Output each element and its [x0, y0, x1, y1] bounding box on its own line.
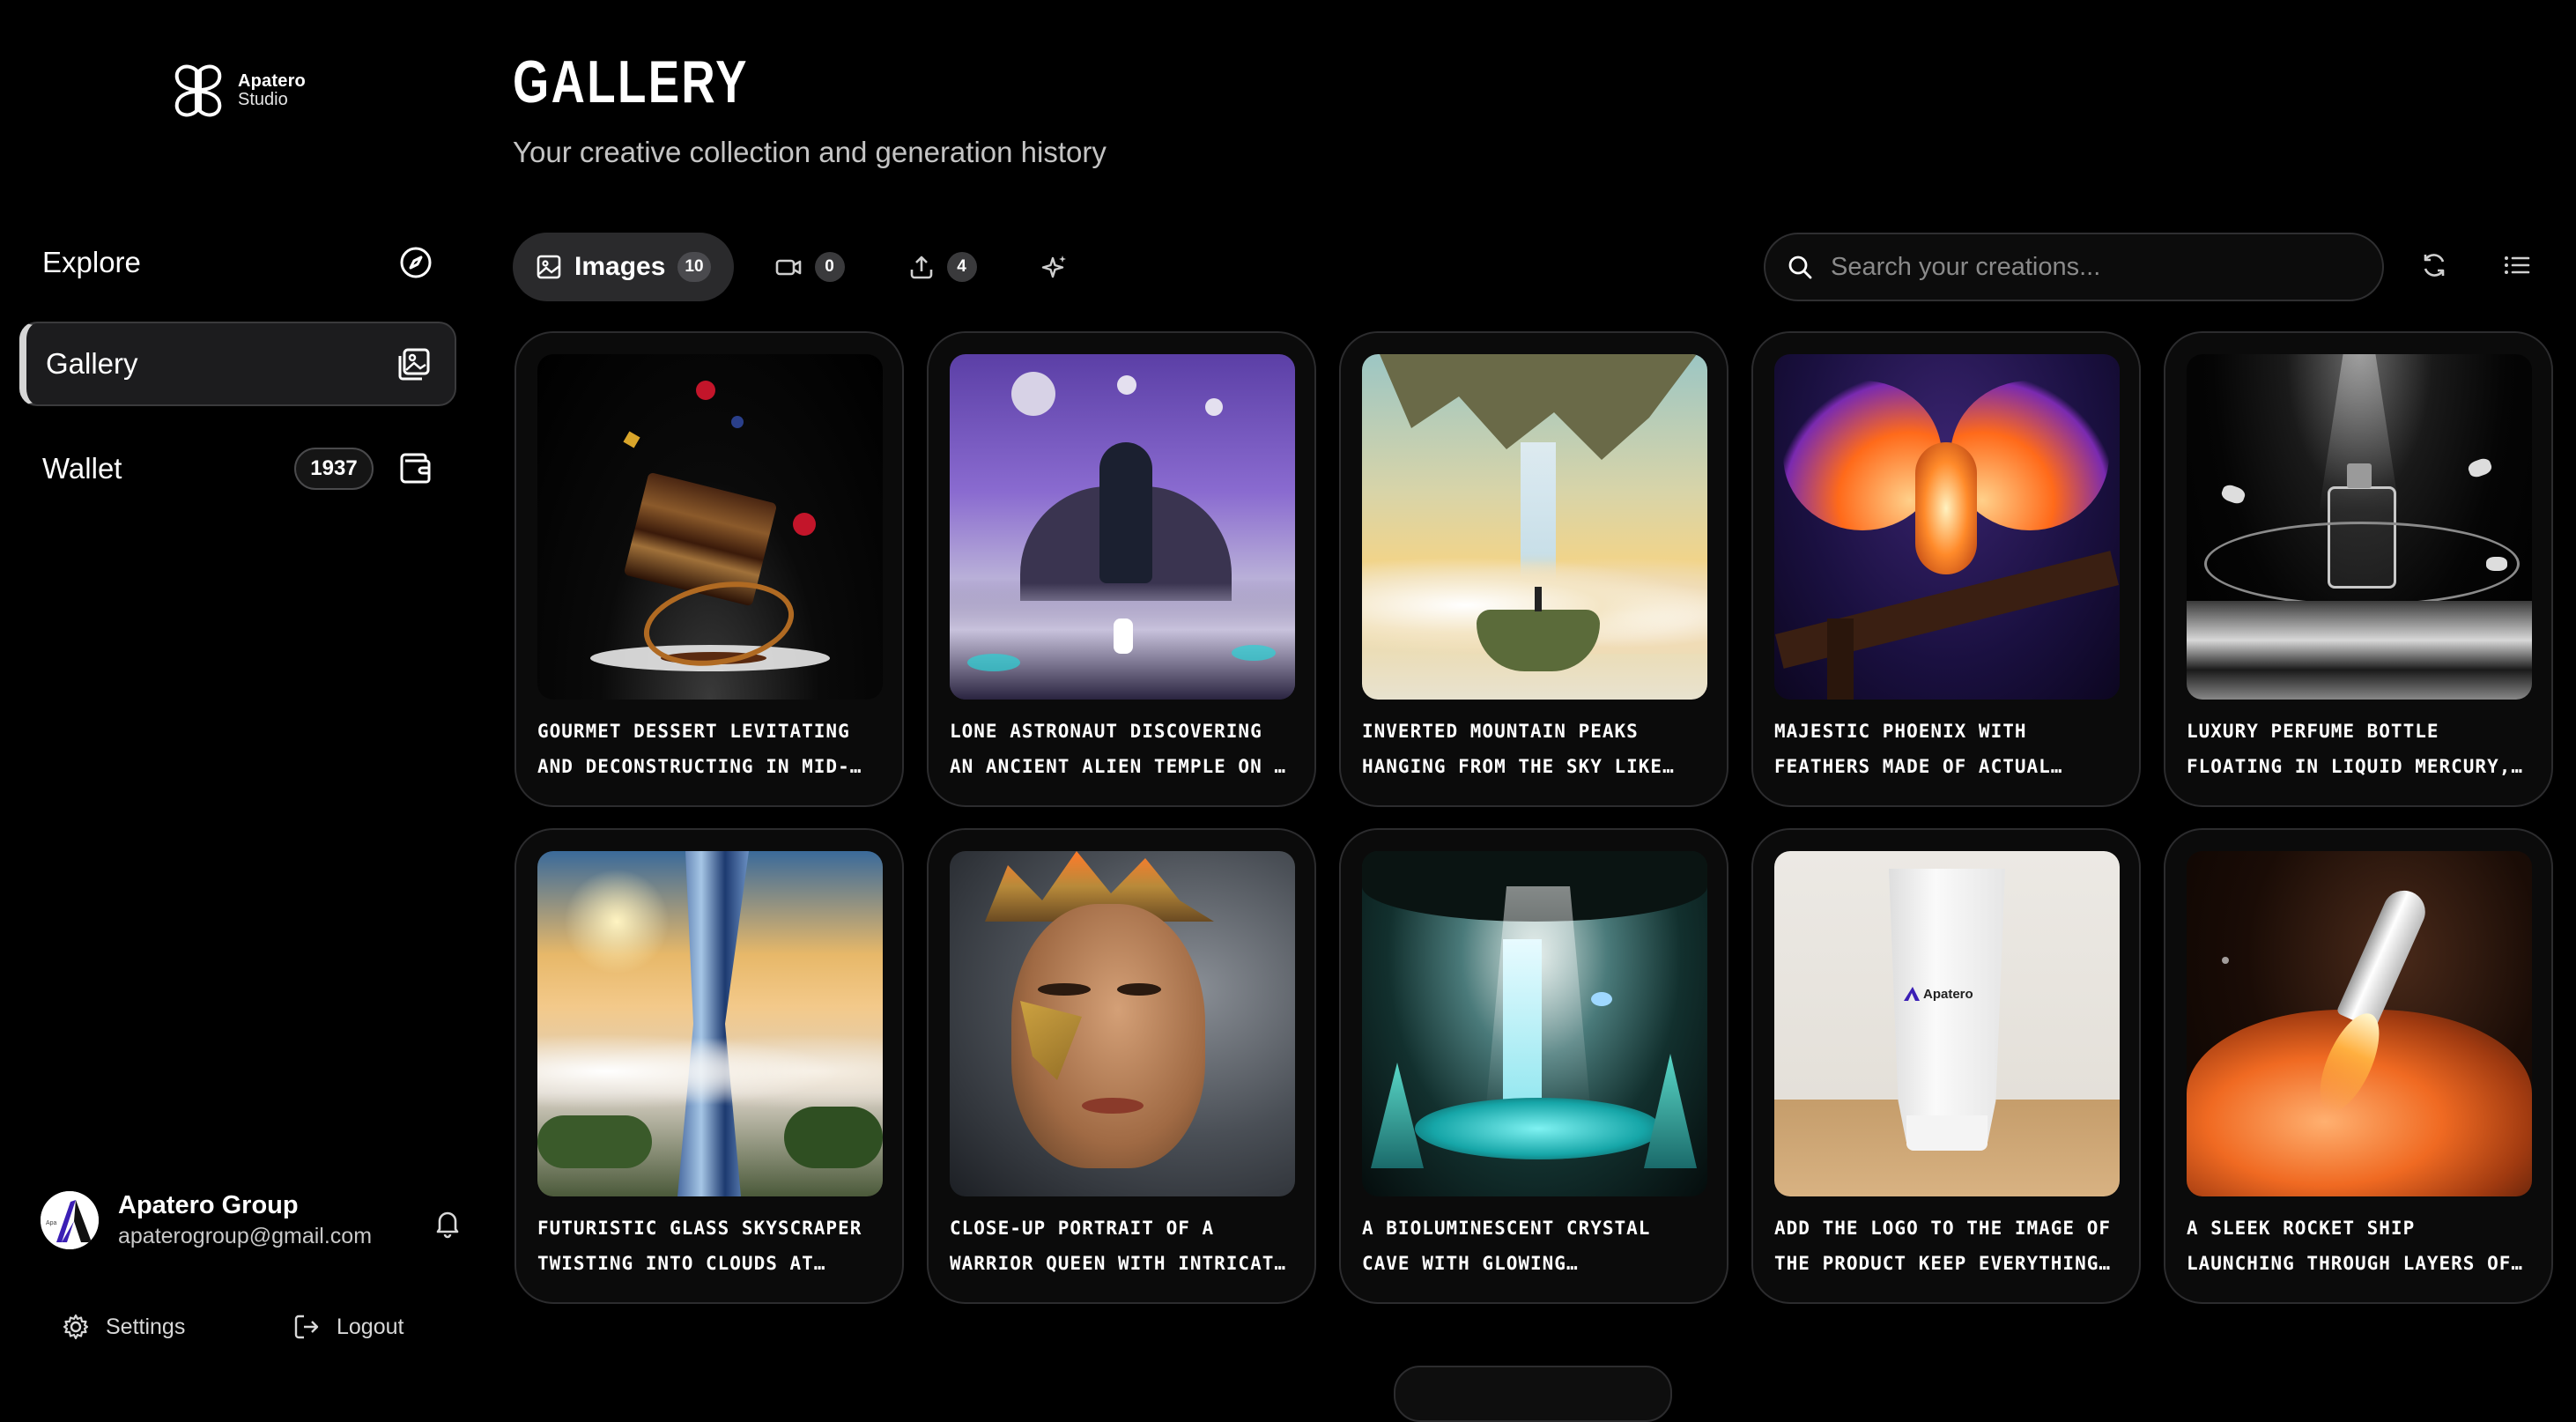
- sidebar-item-explore[interactable]: Explore: [19, 220, 456, 305]
- image-thumbnail[interactable]: [2187, 851, 2532, 1196]
- compass-icon: [400, 247, 432, 278]
- card-caption: LUXURY PERFUME BOTTLE FLOATING IN LIQUID…: [2187, 721, 2512, 777]
- gallery-card[interactable]: FUTURISTIC GLASS SKYSCRAPER TWISTING INT…: [514, 828, 904, 1304]
- sidebar-item-label: Gallery: [46, 347, 138, 380]
- gallery-card[interactable]: INVERTED MOUNTAIN PEAKS HANGING FROM THE…: [1339, 331, 1728, 807]
- user-profile[interactable]: Apa Apatero Group apaterogroup@gmail.com: [41, 1191, 372, 1249]
- logout-icon: [294, 1315, 319, 1339]
- bell-icon[interactable]: [432, 1207, 463, 1239]
- image-thumbnail[interactable]: [1774, 354, 2120, 700]
- sparkle-icon: [1041, 256, 1066, 278]
- svg-text:Apa: Apa: [46, 1220, 57, 1226]
- card-caption: LONE ASTRONAUT DISCOVERING AN ANCIENT AL…: [950, 721, 1287, 777]
- refresh-icon[interactable]: [2419, 250, 2449, 280]
- search-input[interactable]: [1829, 251, 2361, 283]
- card-caption: A SLEEK ROCKET SHIP LAUNCHING THROUGH LA…: [2187, 1218, 2512, 1274]
- gallery-card[interactable]: A BIOLUMINESCENT CRYSTAL CAVE WITH GLOWI…: [1339, 828, 1728, 1304]
- image-thumbnail[interactable]: [2187, 354, 2532, 700]
- sidebar-item-gallery[interactable]: Gallery: [19, 322, 456, 406]
- product-logo: Apatero: [1903, 985, 1973, 1003]
- card-caption: A BIOLUMINESCENT CRYSTAL CAVE WITH GLOWI…: [1362, 1218, 1651, 1274]
- load-more-button[interactable]: [1394, 1366, 1672, 1422]
- image-thumbnail[interactable]: [537, 354, 883, 700]
- gallery-card[interactable]: Apatero ADD THE LOGO TO THE IMAGE OF THE…: [1751, 828, 2141, 1304]
- settings-link[interactable]: Settings: [62, 1313, 185, 1341]
- logo-mark-icon: [174, 64, 222, 117]
- user-name: Apatero Group: [118, 1191, 299, 1219]
- wallet-balance-badge: 1937: [294, 448, 374, 490]
- tab-uploads[interactable]: 4: [885, 233, 1000, 301]
- logout-link[interactable]: Logout: [292, 1313, 403, 1341]
- card-caption: ADD THE LOGO TO THE IMAGE OF THE PRODUCT…: [1774, 1218, 2112, 1274]
- gallery-icon: [398, 348, 430, 381]
- image-thumbnail[interactable]: [950, 851, 1295, 1196]
- gallery-card[interactable]: LUXURY PERFUME BOTTLE FLOATING IN LIQUID…: [2164, 331, 2553, 807]
- media-tabs: Images 10 0 4: [513, 233, 1092, 301]
- brand-sub: Studio: [238, 90, 288, 109]
- card-caption: CLOSE-UP PORTRAIT OF A WARRIOR QUEEN WIT…: [950, 1218, 1287, 1274]
- product-logo-text: Apatero: [1923, 986, 1973, 1002]
- video-icon: [775, 259, 801, 276]
- search-icon: [1788, 256, 1812, 279]
- image-thumbnail[interactable]: Apatero: [1774, 851, 2120, 1196]
- gallery-card[interactable]: A SLEEK ROCKET SHIP LAUNCHING THROUGH LA…: [2164, 828, 2553, 1304]
- brand-name: Apatero: [238, 71, 306, 91]
- card-caption: GOURMET DESSERT LEVITATING AND DECONSTRU…: [537, 721, 850, 777]
- tab-images[interactable]: Images 10: [513, 233, 734, 301]
- image-icon: [537, 255, 561, 279]
- upload-icon: [910, 256, 932, 279]
- user-email: apaterogroup@gmail.com: [118, 1224, 373, 1248]
- card-caption: INVERTED MOUNTAIN PEAKS HANGING FROM THE…: [1362, 721, 1663, 777]
- page-subtitle: Your creative collection and generation …: [513, 136, 1107, 168]
- list-view-icon[interactable]: [2502, 250, 2532, 280]
- brand-logo[interactable]: Apatero Studio: [169, 63, 306, 118]
- image-thumbnail[interactable]: [1362, 851, 1707, 1196]
- sidebar-item-label: Wallet: [42, 452, 122, 485]
- apatero-logo-icon: [1904, 987, 1920, 1001]
- tab-count: 10: [677, 252, 711, 282]
- gallery-card[interactable]: GOURMET DESSERT LEVITATING AND DECONSTRU…: [514, 331, 904, 807]
- tab-count: 0: [814, 252, 845, 282]
- gallery-card[interactable]: MAJESTIC PHOENIX WITH FEATHERS MADE OF A…: [1751, 331, 2141, 807]
- gallery-grid: GOURMET DESSERT LEVITATING AND DECONSTRU…: [514, 331, 2553, 1304]
- wallet-icon: [400, 453, 431, 484]
- image-thumbnail[interactable]: [1362, 354, 1707, 700]
- image-thumbnail[interactable]: [950, 354, 1295, 700]
- card-caption: FUTURISTIC GLASS SKYSCRAPER TWISTING INT…: [537, 1218, 862, 1274]
- tab-count: 4: [946, 252, 977, 282]
- search-bar[interactable]: [1764, 233, 2384, 301]
- gallery-card[interactable]: CLOSE-UP PORTRAIT OF A WARRIOR QUEEN WIT…: [927, 828, 1316, 1304]
- image-thumbnail[interactable]: [537, 851, 883, 1196]
- logout-label: Logout: [337, 1314, 404, 1339]
- page-title: GALLERY: [513, 48, 749, 115]
- settings-label: Settings: [106, 1314, 186, 1339]
- tab-videos[interactable]: 0: [751, 233, 868, 301]
- avatar: Apa: [41, 1191, 99, 1249]
- card-caption: MAJESTIC PHOENIX WITH FEATHERS MADE OF A…: [1774, 721, 2051, 777]
- tab-label: Images: [574, 252, 666, 281]
- gear-icon: [63, 1314, 89, 1340]
- sidebar-item-wallet[interactable]: Wallet 1937: [19, 426, 456, 511]
- tab-generations[interactable]: [1018, 233, 1092, 301]
- sidebar-item-label: Explore: [42, 246, 141, 278]
- gallery-card[interactable]: LONE ASTRONAUT DISCOVERING AN ANCIENT AL…: [927, 331, 1316, 807]
